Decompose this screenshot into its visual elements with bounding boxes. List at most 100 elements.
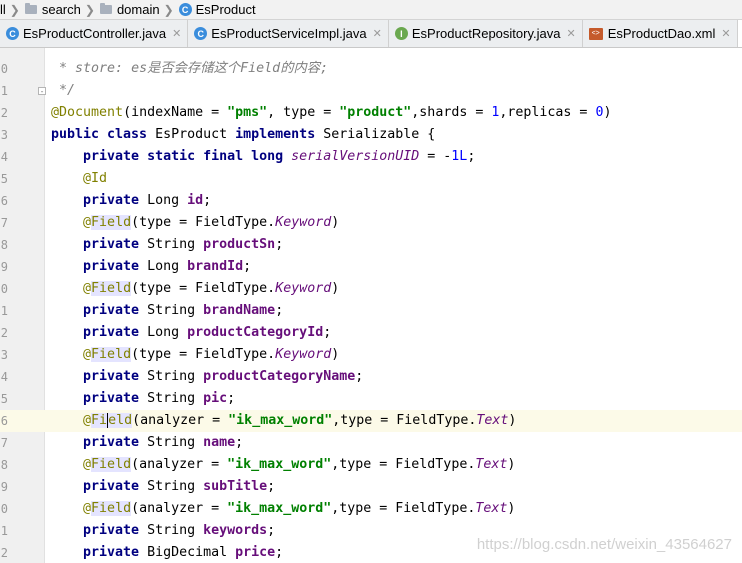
code-token: ) — [508, 413, 517, 428]
tab-label: EsProductDao.xml — [607, 26, 716, 41]
code-token: productSn — [203, 237, 276, 252]
code-token: String — [147, 435, 204, 450]
code-line[interactable]: 7 @Field(type = FieldType.Keyword) — [0, 212, 742, 234]
code-line[interactable]: 5 @Id — [0, 168, 742, 190]
code-line[interactable]: 3 public class EsProduct implements Seria… — [0, 124, 742, 146]
code-line[interactable]: 2 @Document(indexName = "pms", type = "pr… — [0, 102, 742, 124]
code-line[interactable]: 4 private String productCategoryName; — [0, 366, 742, 388]
code-line[interactable]: 0 @Field(analyzer = "ik_max_word",type =… — [0, 498, 742, 520]
folder-icon — [24, 3, 37, 14]
code-text: private String keywords; — [51, 520, 275, 542]
code-token: price — [235, 545, 276, 560]
tab-esproductcontroller-java[interactable]: C EsProductController.java ✕ — [0, 20, 189, 47]
code-token: Long — [147, 193, 188, 208]
breadcrumb-item-ll[interactable]: ll — [0, 0, 6, 19]
code-token: ; — [467, 149, 476, 164]
code-token: Serializable { — [323, 127, 436, 142]
code-line[interactable]: 1 */ — [0, 80, 742, 102]
code-token: @ — [83, 281, 92, 296]
tab-label: EsProductController.java — [23, 26, 167, 41]
code-token: (type = FieldType. — [131, 215, 276, 230]
line-number: 6 — [0, 414, 8, 428]
code-line[interactable]: 3 @Field(type = FieldType.Keyword) — [0, 344, 742, 366]
code-line[interactable]: 9 private Long brandId; — [0, 256, 742, 278]
line-number: 1 — [0, 524, 8, 538]
code-token: ; — [323, 325, 332, 340]
code-text: public class EsProduct implements Serial… — [51, 124, 435, 146]
code-token: Text — [475, 457, 508, 472]
chevron-right-icon: ❯ — [84, 2, 95, 17]
code-line[interactable]: 1 private String brandName; — [0, 300, 742, 322]
code-token: Keyword — [275, 215, 332, 230]
close-icon[interactable]: ✕ — [172, 27, 181, 40]
breadcrumb-label: domain — [116, 2, 160, 17]
code-token: Text — [475, 501, 508, 516]
chevron-right-icon: ❯ — [163, 2, 174, 17]
code-line[interactable]: 6 private Long id; — [0, 190, 742, 212]
code-token: private — [51, 325, 148, 340]
tab-esproductserviceimpl-java[interactable]: C EsProductServiceImpl.java ✕ — [188, 20, 389, 47]
code-line[interactable]: 9 private String subTitle; — [0, 476, 742, 498]
code-token: "pms" — [227, 105, 268, 120]
code-token: "product" — [339, 105, 412, 120]
code-token: private — [51, 259, 148, 274]
close-icon[interactable]: ✕ — [373, 27, 382, 40]
code-token: String — [147, 523, 204, 538]
code-token: ) — [507, 501, 516, 516]
tab-esproductrepository-java[interactable]: I EsProductRepository.java ✕ — [389, 20, 583, 47]
code-token: implements — [235, 127, 324, 142]
code-line[interactable]: 5 private String pic; — [0, 388, 742, 410]
code-line[interactable]: 0 * store: es是否会存储这个Field的内容; — [0, 58, 742, 80]
code-token: @ — [83, 347, 92, 362]
code-line[interactable]: 8 @Field(analyzer = "ik_max_word",type =… — [0, 454, 742, 476]
code-token: @ — [83, 457, 92, 472]
code-line[interactable]: 0 @Field(type = FieldType.Keyword) — [0, 278, 742, 300]
code-token: ,shards = — [411, 105, 492, 120]
code-token: String — [147, 479, 204, 494]
line-number: 5 — [0, 392, 8, 406]
code-text: @Field(analyzer = "ik_max_word",type = F… — [51, 410, 516, 432]
code-token: Field — [240, 61, 281, 76]
code-token: (type = FieldType. — [131, 281, 276, 296]
code-text: private static final long serialVersionU… — [51, 146, 475, 168]
code-line[interactable]: 8 private String productSn; — [0, 234, 742, 256]
xml-icon: <> — [588, 27, 603, 40]
code-token: Keyword — [275, 347, 332, 362]
code-token: ; — [227, 391, 236, 406]
code-token: ; — [275, 545, 284, 560]
code-text: private BigDecimal price; — [51, 542, 283, 563]
line-number: 0 — [0, 62, 8, 76]
close-icon[interactable]: ✕ — [566, 27, 575, 40]
code-line[interactable]: 2 private Long productCategoryId; — [0, 322, 742, 344]
code-token: "ik_max_word" — [227, 501, 332, 516]
breadcrumb-item-search[interactable]: search — [24, 0, 81, 19]
code-text: @Document(indexName = "pms", type = "pro… — [51, 102, 611, 124]
code-text: @Field(type = FieldType.Keyword) — [51, 212, 339, 234]
code-line[interactable]: 4 private static final long serialVersio… — [0, 146, 742, 168]
tab-esproductdao-xml[interactable]: <> EsProductDao.xml ✕ — [583, 20, 738, 47]
code-line[interactable]: 6 @Field(analyzer = "ik_max_word",type =… — [0, 410, 742, 432]
close-icon[interactable]: ✕ — [721, 27, 730, 40]
code-token: private — [51, 479, 148, 494]
breadcrumb-item-domain[interactable]: domain — [99, 0, 160, 19]
code-token: private — [51, 193, 148, 208]
code-text: * store: es是否会存储这个Field的内容; — [51, 58, 328, 80]
code-token: ; — [235, 435, 244, 450]
code-token: String — [147, 391, 204, 406]
line-number: 5 — [0, 172, 8, 186]
breadcrumb-item-esproduct[interactable]: C EsProduct — [178, 0, 256, 19]
breadcrumb-label: EsProduct — [195, 2, 256, 17]
code-token: Field — [91, 281, 132, 296]
code-token: String — [147, 303, 204, 318]
code-editor[interactable]: - 0 * store: es是否会存储这个Field的内容; 1 */2 @Doc… — [0, 48, 742, 563]
line-number: 0 — [0, 282, 8, 296]
code-line[interactable]: 7 private String name; — [0, 432, 742, 454]
line-number: 3 — [0, 348, 8, 362]
code-token: private — [51, 303, 148, 318]
code-token: pic — [203, 391, 228, 406]
tab-overflow[interactable]: C — [737, 20, 742, 47]
code-token: Field — [91, 501, 132, 516]
line-number: 1 — [0, 304, 8, 318]
